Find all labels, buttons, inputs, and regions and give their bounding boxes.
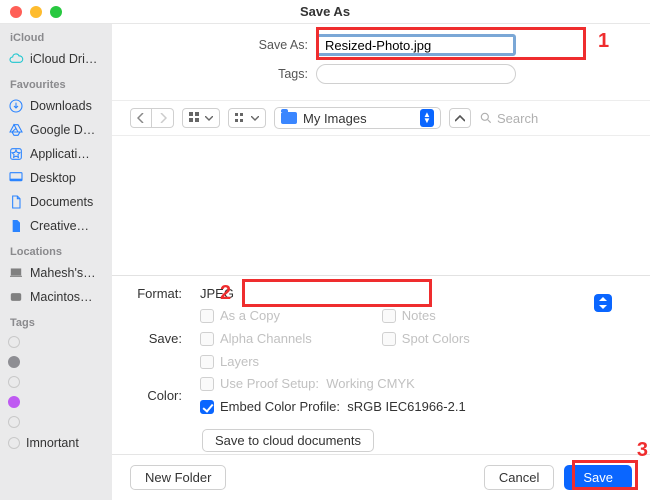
notes-checkbox: Notes <box>382 308 470 323</box>
folder-icon <box>281 112 297 124</box>
tag-dot-icon <box>8 376 20 388</box>
folder-popup[interactable]: My Images ▲▼ <box>274 107 441 129</box>
tag-dot-icon <box>8 416 20 428</box>
new-folder-button[interactable]: New Folder <box>130 465 226 490</box>
sidebar-item-tag[interactable] <box>0 352 112 372</box>
chevron-up-icon <box>455 115 465 122</box>
applications-icon <box>8 146 24 162</box>
chevron-down-icon <box>251 116 259 121</box>
sidebar-item-downloads[interactable]: Downloads <box>0 94 112 118</box>
annotation-box-3 <box>572 460 638 490</box>
document-icon <box>8 194 24 210</box>
save-as-input[interactable] <box>316 34 516 56</box>
format-stepper[interactable] <box>594 294 612 312</box>
chevron-down-icon <box>205 116 213 121</box>
search-field[interactable]: Search <box>479 111 632 126</box>
sidebar-item-applications[interactable]: Applicati… <box>0 142 112 166</box>
titlebar: Save As <box>0 0 650 24</box>
annotation-number-1: 1 <box>598 30 609 53</box>
sidebar-item-tag[interactable] <box>0 392 112 412</box>
group-icon <box>235 112 247 124</box>
sidebar: iCloud iCloud Dri… Favourites Downloads … <box>0 24 112 500</box>
tags-label: Tags: <box>246 67 316 81</box>
sidebar-section-tags: Tags <box>0 309 112 332</box>
sidebar-item-desktop[interactable]: Desktop <box>0 166 112 190</box>
annotation-number-2: 2 <box>220 282 231 305</box>
sidebar-item-icloud-drive[interactable]: iCloud Dri… <box>0 47 112 71</box>
chevron-right-icon <box>159 113 167 123</box>
view-icons-button[interactable] <box>182 108 220 128</box>
google-drive-icon <box>8 122 24 138</box>
save-label: Save: <box>130 331 190 346</box>
sidebar-item-tag[interactable] <box>0 332 112 352</box>
laptop-icon <box>8 265 24 281</box>
sidebar-item-tag-important[interactable]: Imnortant <box>0 432 112 454</box>
tag-dot-icon <box>8 437 20 449</box>
desktop-icon <box>8 170 24 186</box>
disk-icon <box>8 289 24 305</box>
folder-name: My Images <box>303 111 367 126</box>
cancel-button[interactable]: Cancel <box>484 465 554 490</box>
sidebar-section-favourites: Favourites <box>0 71 112 94</box>
sidebar-item-tag[interactable] <box>0 372 112 392</box>
sidebar-item-google-drive[interactable]: Google D… <box>0 118 112 142</box>
sidebar-item-tag[interactable] <box>0 412 112 432</box>
content: Save As: Tags: 1 My Images ▲▼ <box>112 24 650 500</box>
as-copy-checkbox: As a Copy <box>200 308 312 323</box>
stepper-icon: ▲▼ <box>420 109 434 127</box>
sidebar-item-mahesh[interactable]: Mahesh's… <box>0 261 112 285</box>
back-button[interactable] <box>130 108 152 128</box>
group-button[interactable] <box>228 108 266 128</box>
tag-dot-icon <box>8 396 20 408</box>
chevron-left-icon <box>137 113 145 123</box>
proof-setup-checkbox: Use Proof Setup: Working CMYK <box>200 376 466 391</box>
tag-dot-icon <box>8 356 20 368</box>
search-icon <box>479 111 493 125</box>
save-as-label: Save As: <box>246 38 316 52</box>
layers-checkbox: Layers <box>200 354 312 369</box>
finder-toolbar: My Images ▲▼ Search <box>112 100 650 136</box>
forward-button[interactable] <box>152 108 174 128</box>
file-icon <box>8 218 24 234</box>
download-icon <box>8 98 24 114</box>
tags-field[interactable] <box>316 64 516 84</box>
collapse-button[interactable] <box>449 108 471 128</box>
color-label: Color: <box>130 388 190 403</box>
sidebar-section-locations: Locations <box>0 238 112 261</box>
save-to-cloud-button[interactable]: Save to cloud documents <box>202 429 374 452</box>
sidebar-item-documents[interactable]: Documents <box>0 190 112 214</box>
footer: New Folder Cancel Save 3 <box>112 454 650 500</box>
sidebar-item-creative[interactable]: Creative… <box>0 214 112 238</box>
sidebar-section-icloud: iCloud <box>0 24 112 47</box>
file-list[interactable] <box>112 136 650 275</box>
window-title: Save As <box>0 4 650 19</box>
search-placeholder: Search <box>497 111 538 126</box>
tag-dot-icon <box>8 336 20 348</box>
cloud-icon <box>8 51 24 67</box>
grid-icons-icon <box>189 112 201 124</box>
embed-profile-checkbox[interactable]: Embed Color Profile: sRGB IEC61966-2.1 <box>200 399 466 414</box>
sidebar-item-macintosh[interactable]: Macintos… <box>0 285 112 309</box>
spot-colors-checkbox: Spot Colors <box>382 331 470 346</box>
annotation-number-3: 3 <box>637 439 648 462</box>
format-label: Format: <box>130 286 190 301</box>
alpha-channels-checkbox: Alpha Channels <box>200 331 312 346</box>
